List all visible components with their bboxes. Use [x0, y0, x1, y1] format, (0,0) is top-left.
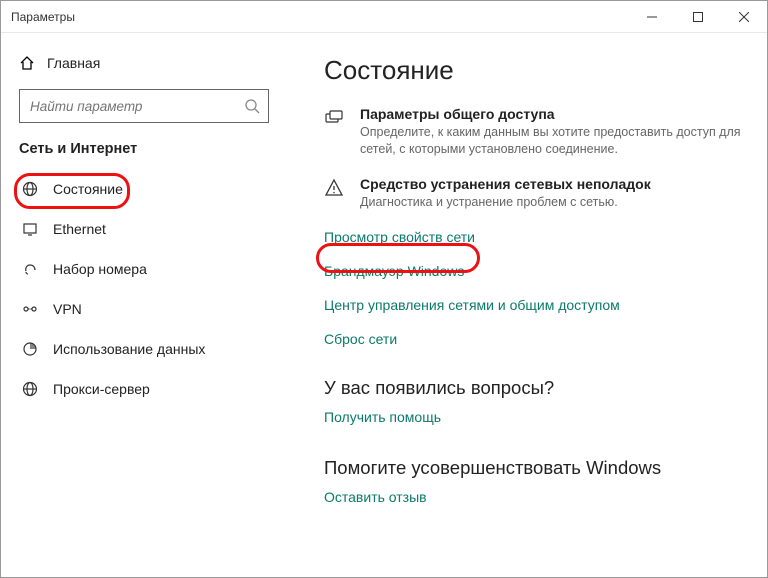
sidebar: Главная Сеть и Интернет Состояние Ethern…	[1, 33, 296, 577]
search-input[interactable]	[30, 99, 238, 114]
help-heading: У вас появились вопросы?	[324, 377, 749, 399]
search-icon	[244, 98, 260, 119]
proxy-icon	[21, 381, 39, 397]
link-network-props[interactable]: Просмотр свойств сети	[324, 229, 749, 245]
titlebar: Параметры	[1, 1, 767, 33]
nav-label: Прокси-сервер	[53, 381, 150, 397]
nav-label: Использование данных	[53, 341, 205, 357]
vpn-icon	[21, 301, 39, 317]
sharing-block[interactable]: Параметры общего доступа Определите, к к…	[324, 106, 749, 158]
troubleshoot-block[interactable]: Средство устранения сетевых неполадок Ди…	[324, 176, 749, 211]
nav-group-title: Сеть и Интернет	[19, 141, 278, 157]
sharing-title: Параметры общего доступа	[360, 106, 749, 122]
feedback-heading: Помогите усовершенствовать Windows	[324, 457, 749, 479]
home-label: Главная	[47, 55, 100, 71]
nav-ethernet[interactable]: Ethernet	[19, 209, 278, 249]
link-get-help[interactable]: Получить помощь	[324, 409, 441, 425]
link-network-reset[interactable]: Сброс сети	[324, 331, 749, 347]
close-button[interactable]	[721, 1, 767, 33]
search-box[interactable]	[19, 89, 269, 123]
nav-label: Состояние	[53, 181, 123, 197]
ethernet-icon	[21, 221, 39, 237]
troubleshoot-title: Средство устранения сетевых неполадок	[360, 176, 651, 192]
data-usage-icon	[21, 341, 39, 357]
nav-label: Ethernet	[53, 221, 106, 237]
sharing-icon	[324, 106, 346, 158]
window-controls	[629, 1, 767, 33]
warning-icon	[324, 176, 346, 211]
nav-label: Набор номера	[53, 261, 147, 277]
link-firewall[interactable]: Брандмауэр Windows	[324, 263, 749, 279]
dialup-icon	[21, 261, 39, 277]
nav-label: VPN	[53, 301, 82, 317]
page-title: Состояние	[324, 55, 749, 86]
troubleshoot-desc: Диагностика и устранение проблем с сетью…	[360, 194, 651, 211]
nav-dialup[interactable]: Набор номера	[19, 249, 278, 289]
nav-proxy[interactable]: Прокси-сервер	[19, 369, 278, 409]
minimize-button[interactable]	[629, 1, 675, 33]
window-title: Параметры	[11, 10, 75, 24]
home-nav[interactable]: Главная	[19, 51, 278, 75]
link-network-center[interactable]: Центр управления сетями и общим доступом	[324, 297, 749, 313]
nav-data-usage[interactable]: Использование данных	[19, 329, 278, 369]
main-content: Состояние Параметры общего доступа Опред…	[296, 33, 767, 577]
nav-status[interactable]: Состояние	[19, 169, 278, 209]
sharing-desc: Определите, к каким данным вы хотите пре…	[360, 124, 749, 158]
nav-vpn[interactable]: VPN	[19, 289, 278, 329]
home-icon	[19, 55, 35, 71]
maximize-button[interactable]	[675, 1, 721, 33]
link-feedback[interactable]: Оставить отзыв	[324, 489, 427, 505]
status-icon	[21, 181, 39, 197]
